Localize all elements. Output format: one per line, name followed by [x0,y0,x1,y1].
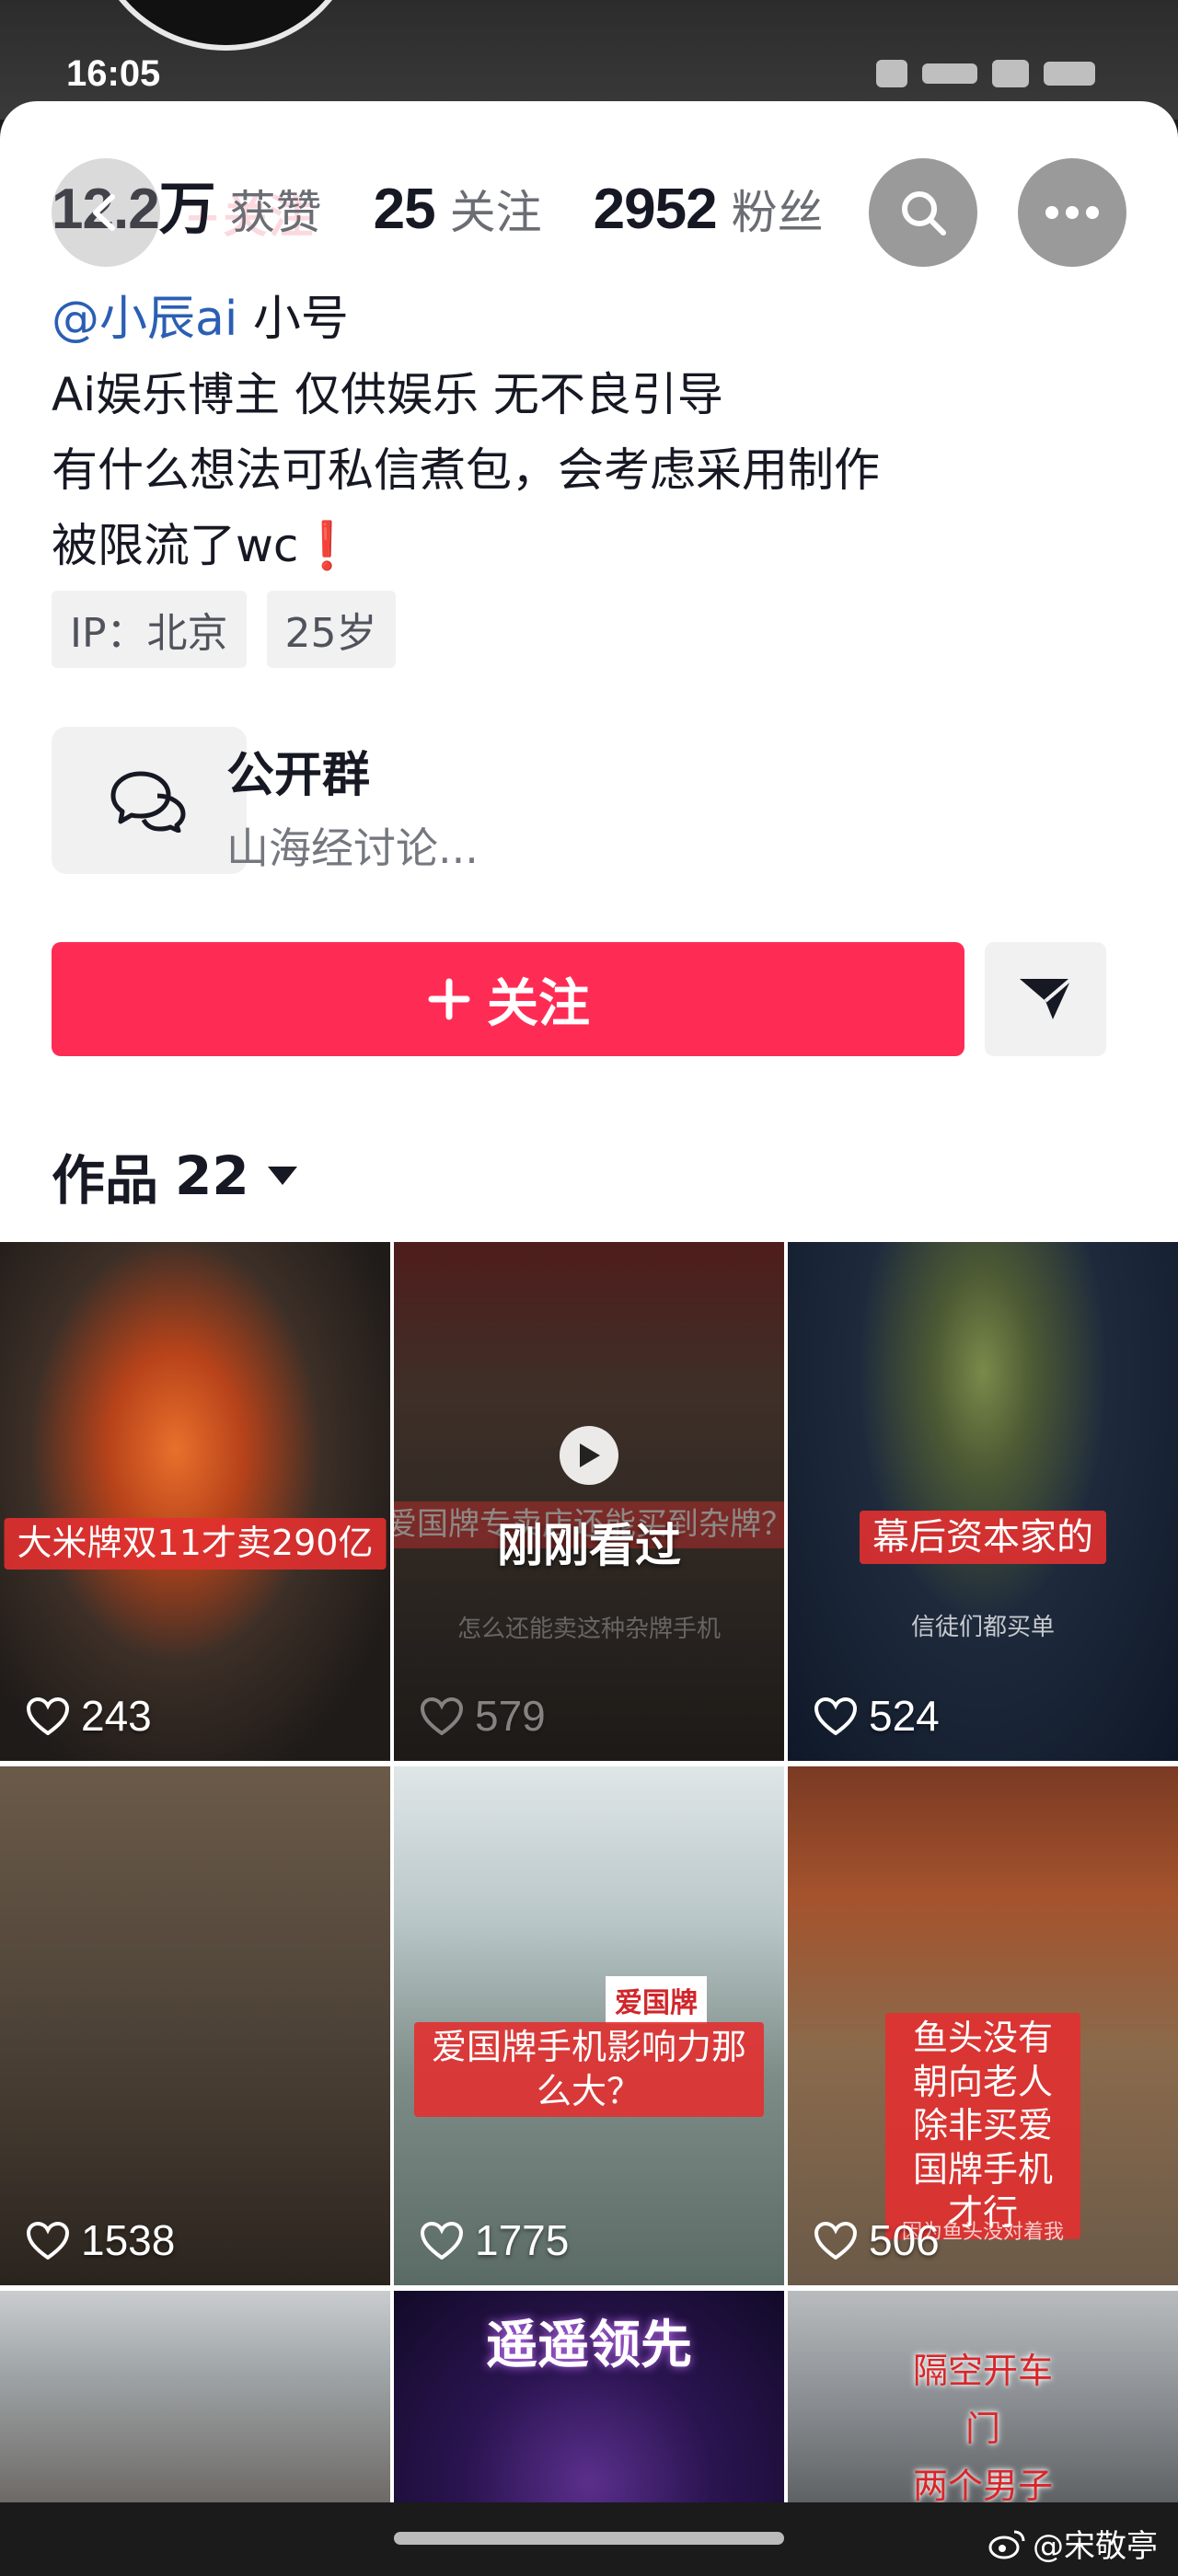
heart-icon [26,2221,70,2260]
bio-line-text: 被限流了wc [52,519,299,572]
like-count: 1538 [26,2215,175,2265]
heart-icon [420,1696,464,1735]
profile-sheet [0,101,1178,1242]
video-thumbnail[interactable]: 1538 [0,1766,390,2285]
search-button[interactable] [869,158,977,267]
group-title[interactable]: 公开群 [226,736,370,805]
handle-suffix: 小号 [252,292,349,347]
followers-count[interactable]: 2952 [594,177,718,242]
bio-line: 被限流了wc❗ [52,508,880,583]
profile-handle-line: @小辰ai 小号 [52,280,349,349]
recently-watched-label: 刚刚看过 [497,1519,681,1572]
video-caption: 隔空开车门 两个男子因开车门扭打 [912,2351,1053,2502]
ip-tag: IP：北京 [52,591,247,668]
message-button[interactable] [985,942,1106,1056]
video-thumbnail[interactable]: 爱国牌 爱国牌手机影响力那么大？ 1775 [394,1766,784,2285]
likes-label: 获赞 [229,186,322,239]
like-count-text: 1538 [81,2216,176,2264]
like-count-text: 579 [475,1692,546,1740]
profile-bio: Ai娱乐博主 仅供娱乐 无不良引导 有什么想法可私信煮包，会考虑采用制作 被限流… [52,357,880,583]
profile-handle[interactable]: @小辰ai [52,292,237,347]
like-count: 1775 [420,2215,569,2265]
more-dots-icon [1045,206,1099,219]
thumbnail-image [788,1242,1178,1761]
watermark: @宋敬亭 [988,2521,1158,2566]
video-caption: 大米牌双11才卖290亿 [4,1518,387,1570]
like-count: 506 [814,2215,940,2265]
video-caption: 幕后资本家的 [860,1511,1106,1564]
followers-label: 粉丝 [731,186,824,239]
search-icon [902,191,946,236]
brand-sign: 爱国牌 [606,1976,707,2024]
like-count-text: 1775 [475,2216,570,2264]
send-icon [1020,977,1073,1019]
video-thumbnail[interactable]: 鱼头没有朝向老人 除非买爱国牌手机才行 因为鱼头没对着我 506 [788,1766,1178,2285]
like-count: 243 [26,1691,152,1741]
back-button[interactable] [52,158,160,267]
plus-icon [428,978,470,1020]
group-chat-card[interactable] [52,727,247,874]
caret-down-icon [267,1167,297,1185]
video-caption: 爱国牌手机影响力那么大？ [414,2022,764,2117]
exclamation-emoji: ❗ [298,519,356,572]
works-tab[interactable]: 作品 22 [52,1137,299,1214]
video-thumbnail[interactable]: 幕后资本家的 信徒们都买单 524 [788,1242,1178,1761]
heart-icon [26,1696,70,1735]
thumbnail-image [0,2291,390,2502]
bio-line: Ai娱乐博主 仅供娱乐 无不良引导 [52,368,723,421]
status-icons [819,55,1095,92]
watermark-text: @宋敬亭 [1033,2528,1158,2565]
video-thumbnail[interactable]: 爱国牌专卖店还能买到杂牌？ 刚刚看过 怎么还能卖这种杂牌手机 579 [394,1242,784,1761]
video-thumbnail[interactable]: 遥遥领先 [394,2291,784,2502]
like-count-text: 524 [869,1692,940,1740]
chevron-left-icon [93,194,115,231]
home-indicator[interactable] [394,2532,784,2545]
like-count: 579 [420,1691,546,1741]
like-count-text: 243 [81,1692,152,1740]
heart-icon [814,2221,858,2260]
weibo-logo-icon [988,2530,1025,2559]
like-count-text: 506 [869,2216,940,2264]
following-count[interactable]: 25 [374,177,436,242]
status-time: 16:05 [66,53,161,94]
thumbnail-image [0,1766,390,2285]
battery-icon [1044,62,1095,86]
video-thumbnail[interactable]: 隔空开车门 两个男子因开车门扭打 [788,2291,1178,2502]
follow-label: 关注 [487,973,590,1034]
works-count: 22 [175,1144,249,1207]
video-caption: 鱼头没有朝向老人 除非买爱国牌手机才行 [885,2013,1080,2239]
play-button[interactable] [560,1426,618,1485]
age-tag: 25岁 [266,591,396,668]
network-icon [922,63,977,84]
follow-button[interactable]: 关注 [52,942,964,1056]
more-button[interactable] [1018,158,1126,267]
profile-stats: 12.2万 获赞 25 关注 2952 粉丝 [52,162,875,245]
video-grid: 大米牌双11才卖290亿 243 爱国牌专卖店还能买到杂牌？ 刚刚看过 怎么还能… [0,1242,1178,2502]
bio-line: 有什么想法可私信煮包，会考虑采用制作 [52,443,880,497]
video-subtitle: 信徒们都买单 [910,1614,1055,1641]
profile-tags: IP：北京 25岁 [52,591,396,668]
like-count: 524 [814,1691,940,1741]
works-label: 作品 [52,1149,159,1212]
heart-icon [814,1696,858,1735]
signal-icon [876,60,907,87]
group-chat-icon [110,771,186,833]
video-caption: 遥遥领先 [486,2316,692,2375]
wifi-icon [992,60,1029,87]
play-icon [580,1443,600,1467]
thumbnail-image [0,1242,390,1761]
heart-icon [420,2221,464,2260]
video-subtitle: 怎么还能卖这种杂牌手机 [456,1616,721,1643]
video-thumbnail[interactable]: 大米牌双11才卖290亿 243 [0,1242,390,1761]
following-label: 关注 [449,186,542,239]
video-thumbnail[interactable] [0,2291,390,2502]
group-subtitle: 山海经讨论... [226,823,479,873]
